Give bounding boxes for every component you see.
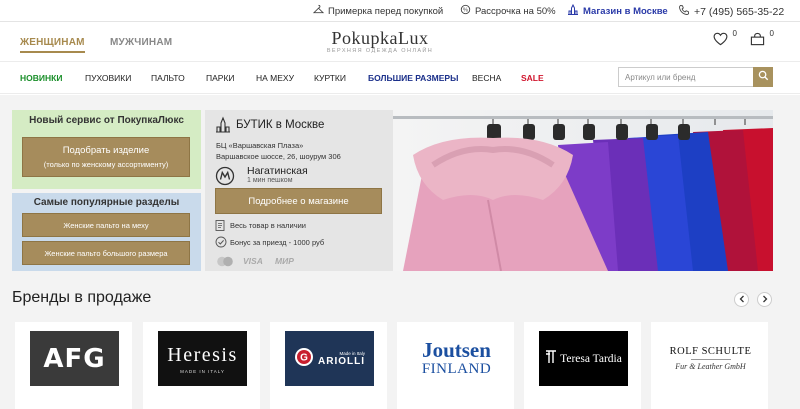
store-details-label: Подробнее о магазине [248,196,349,207]
svg-text:%: % [463,8,468,14]
boutique-title: БУТИК в Москве [236,119,325,131]
kremlin-icon [215,116,231,136]
search-input[interactable] [619,68,753,86]
popular-link-fur-coats[interactable]: Женские пальто на меху [22,213,190,237]
fitting-info[interactable]: Примерка перед покупкой [312,4,444,18]
pick-item-label: Подобрать изделие [62,145,150,156]
brands-heading: Бренды в продаже [12,289,152,306]
brand-line2: Fur & Leather GmbH [675,362,746,371]
brand-logo-rolf-schulte: ROLF SCHULTE Fur & Leather GmbH [666,331,755,386]
logo-text: PokupkaLux [331,28,429,48]
search-box [618,67,773,87]
popular-panel: Самые популярные разделы Женские пальто … [12,193,201,271]
phone-icon [678,4,690,19]
brand-name: Teresa Tardia [560,352,622,365]
pick-item-note: (только по женскому ассортименту) [43,160,169,169]
nav-item-jackets[interactable]: КУРТКИ [314,73,346,83]
installment-info[interactable]: % Рассрочка на 50% [460,4,556,18]
brand-name: Joutsen [422,338,491,362]
feature-bonus: Бонус за приезд - 1000 руб [230,238,325,247]
kremlin-icon [567,3,579,18]
tt-monogram-icon [545,349,557,368]
nav-item-fur[interactable]: НА МЕХУ [256,73,294,83]
svg-text:G: G [300,353,308,364]
brand-name: AFG [43,343,106,374]
nav-item-down[interactable]: ПУХОВИКИ [85,73,131,83]
cart-count: 0 [769,29,774,38]
service-title: Новый сервис от ПокупкаЛюкс [29,115,184,126]
brand-card-heresis[interactable]: Heresis MADE IN ITALY [143,322,260,409]
brand-logo-teresa-tardia: Teresa Tardia [539,331,628,386]
chevron-left-icon [739,294,745,306]
boutique-panel: БУТИК в Москве БЦ «Варшавская Плаза» Вар… [205,110,393,271]
logo-tagline: ВЕРХНЯЯ ОДЕЖДА ОНЛАЙН [326,48,434,54]
favorites-count: 0 [732,29,737,38]
boutique-address-2: Варшавское шоссе, 26, шоурум 306 [216,152,341,161]
brand-card-teresa-tardia[interactable]: Teresa Tardia [524,322,641,409]
brand-divider [690,359,731,360]
installment-label: Рассрочка на 50% [475,5,556,17]
brand-name: Heresis [167,343,238,366]
brand-note: MADE IN ITALY [180,368,225,374]
store-label: Магазин в Москве [583,5,668,17]
nav-item-sale[interactable]: SALE [521,73,544,83]
service-panel: Новый сервис от ПокупкаЛюкс Подобрать из… [12,110,201,189]
hero-coats-photo[interactable] [393,110,773,271]
popular-link-plus-coats[interactable]: Женские пальто большого размера [22,241,190,265]
nav-item-coats[interactable]: ПАЛЬТО [151,73,185,83]
nav-item-new[interactable]: НОВИНКИ [20,73,62,83]
brand-name: ROLF SCHULTE [669,346,752,357]
store-details-button[interactable]: Подробнее о магазине [215,188,382,214]
brand-card-rolf-schulte[interactable]: ROLF SCHULTE Fur & Leather GmbH [651,322,768,409]
site-header: ЖЕНЩИНАМ МУЖЧИНАМ PokupkaLux ВЕРХНЯЯ ОДЕ… [0,22,800,62]
site-logo[interactable]: PokupkaLux ВЕРХНЯЯ ОДЕЖДА ОНЛАЙН [318,28,442,54]
brand-logo-joutsen: Joutsen FINLAND [412,331,501,386]
search-icon [758,70,769,84]
brands-prev-button[interactable] [734,292,749,307]
fitting-label: Примерка перед покупкой [328,5,444,17]
nav-item-parkas[interactable]: ПАРКИ [206,73,235,83]
tab-women[interactable]: ЖЕНЩИНАМ [20,37,85,53]
ariolli-g-icon: G [294,347,314,370]
mastercard-icon [215,256,235,270]
nav-item-plus-size[interactable]: БОЛЬШИЕ РАЗМЕРЫ [368,73,458,83]
mir-logo: МИР [275,256,294,266]
favorites-button[interactable]: 0 [713,29,737,49]
metro-icon [215,166,235,189]
brand-card-joutsen[interactable]: Joutsen FINLAND [397,322,514,409]
hanger-icon [312,4,325,18]
search-button[interactable] [753,67,773,87]
heart-icon [713,32,728,49]
pick-item-button[interactable]: Подобрать изделие (только по женскому ас… [22,137,190,177]
percent-icon: % [460,4,471,18]
phone-link[interactable]: +7 (495) 565-35-22 [678,4,784,19]
nav-item-spring[interactable]: ВЕСНА [472,73,501,83]
brand-card-ariolli[interactable]: G Made in Italy Ariolli [270,322,387,409]
metro-walk-time: 1 мин пешком [247,177,293,184]
popular-link-label: Женские пальто большого размера [44,249,168,258]
boutique-address-1: БЦ «Варшавская Плаза» [216,141,304,150]
metro-station: Нагатинская [247,165,308,177]
phone-number: +7 (495) 565-35-22 [694,5,785,18]
brands-next-button[interactable] [757,292,772,307]
check-icon [215,236,227,251]
bag-icon [750,32,765,49]
visa-logo: VISA [243,256,263,266]
tab-men[interactable]: МУЖЧИНАМ [110,37,172,48]
brand-name: Ariolli [318,355,365,367]
brand-logo-afg: AFG [30,331,119,386]
popular-title: Самые популярные разделы [33,197,180,208]
feature-in-stock: Весь товар в наличии [230,221,306,230]
brand-logo-ariolli: G Made in Italy Ariolli [285,331,374,386]
brand-logo-heresis: Heresis MADE IN ITALY [158,331,247,386]
popular-link-label: Женские пальто на меху [63,221,149,230]
store-link[interactable]: Магазин в Москве [567,3,668,18]
top-info-bar: Примерка перед покупкой % Рассрочка на 5… [0,0,800,22]
chevron-right-icon [762,294,768,306]
cart-button[interactable]: 0 [750,29,774,49]
clipboard-icon [215,219,225,234]
brand-card-afg[interactable]: AFG [15,322,132,409]
brand-line2: FINLAND [421,361,492,377]
